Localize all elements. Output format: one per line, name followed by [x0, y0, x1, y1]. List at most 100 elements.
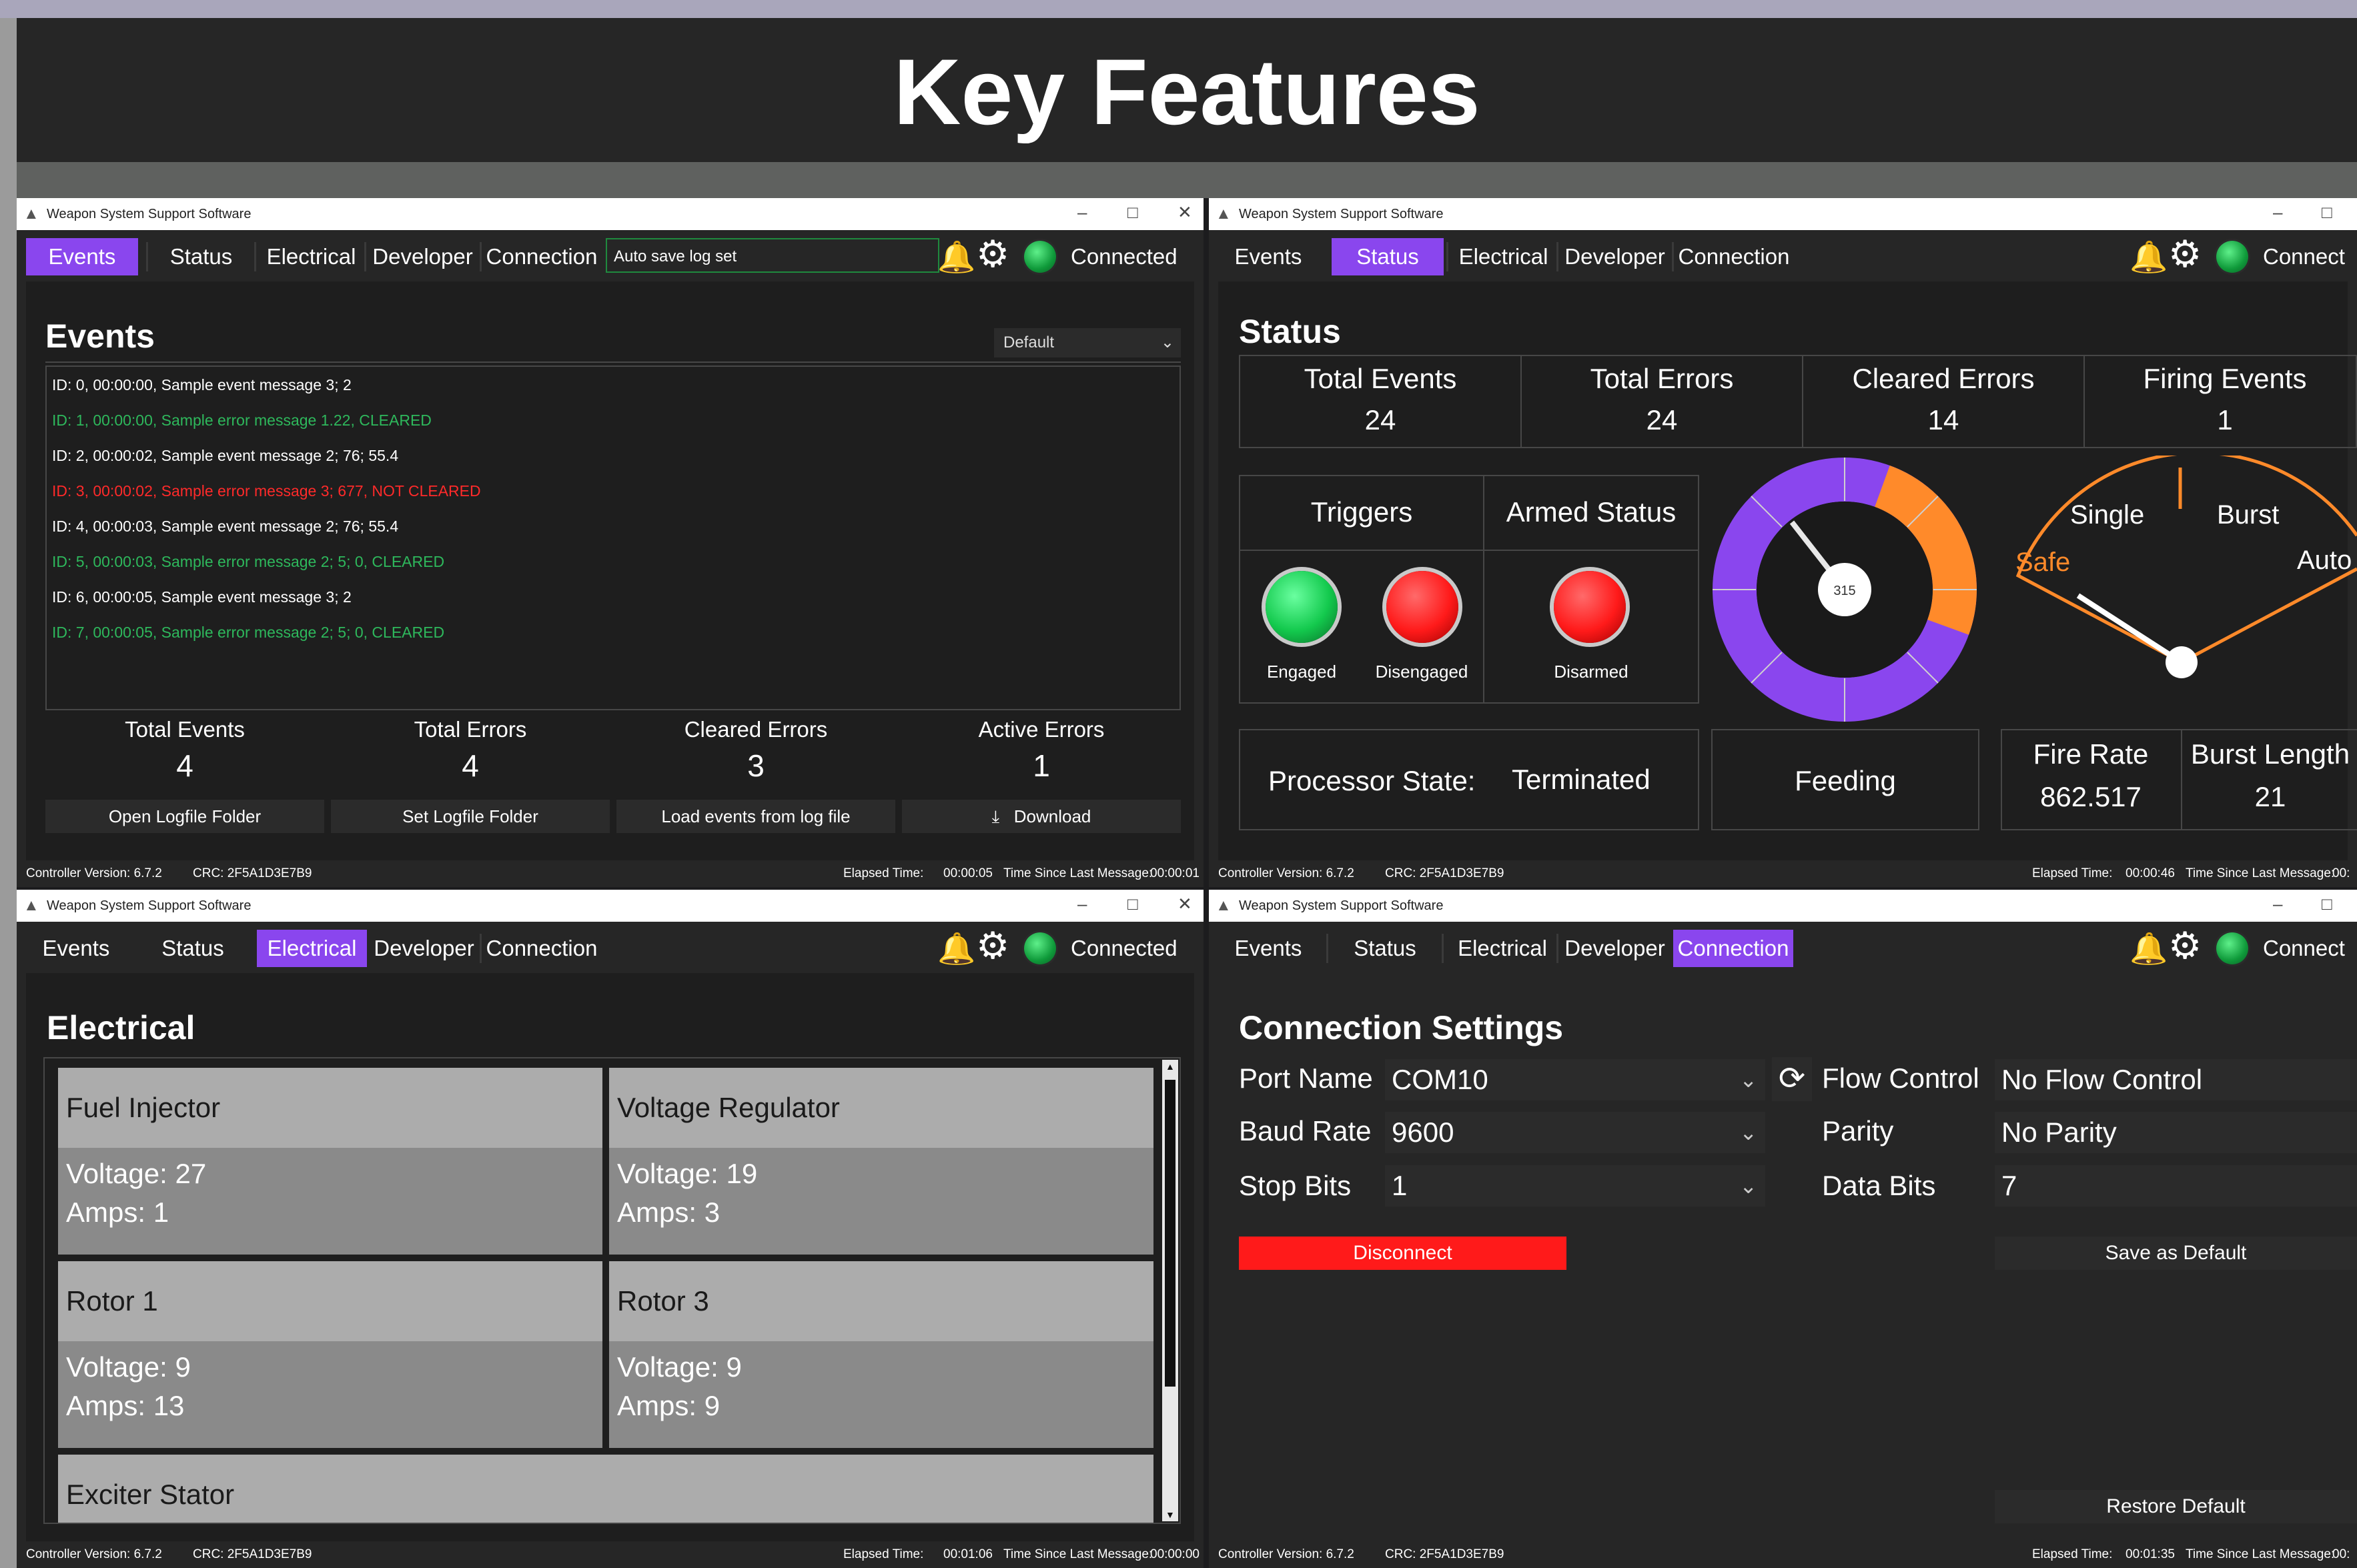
component-card: Rotor 1 Voltage: 9 Amps: 13 [58, 1261, 602, 1448]
tab-connection[interactable]: Connection [482, 238, 601, 275]
tab-connection[interactable]: Connection [1675, 238, 1793, 275]
gear-icon[interactable]: ⚙ [976, 927, 1009, 964]
tab-developer[interactable]: Developer [368, 238, 478, 275]
burst-length-value: 21 [2254, 781, 2286, 812]
bell-icon[interactable]: 🔔 [937, 930, 975, 967]
minimize-icon[interactable]: – [2273, 894, 2282, 914]
status-footer: Controller Version: 6.7.2 CRC: 2F5A1D3E7… [26, 860, 1200, 887]
minimize-icon[interactable]: – [1077, 202, 1087, 223]
processor-state-panel: Processor State: Terminated [1239, 729, 1699, 830]
baud-rate-select[interactable]: 9600 ⌄ [1385, 1112, 1765, 1153]
title-bar: ▲ Weapon System Support Software – □ ✕ [17, 890, 1204, 922]
tab-events[interactable]: Events [1218, 238, 1318, 275]
electrical-component-grid[interactable]: Fuel Injector Voltage: 27 Amps: 1 Voltag… [43, 1057, 1181, 1524]
connection-window: ▲ Weapon System Support Software – □ Eve… [1209, 890, 2357, 1568]
parity-select[interactable]: No Parity [1995, 1112, 2357, 1153]
restore-default-button[interactable]: Restore Default [1995, 1490, 2357, 1523]
flow-control-value: No Flow Control [2001, 1064, 2203, 1095]
tab-events[interactable]: Events [26, 930, 126, 967]
tab-connection[interactable]: Connection [482, 930, 601, 967]
tab-electrical[interactable]: Electrical [1449, 930, 1556, 967]
stop-bits-value: 1 [1392, 1170, 1408, 1201]
tab-events[interactable]: Events [26, 238, 138, 275]
connection-status-icon [1024, 241, 1056, 273]
tab-developer[interactable]: Developer [369, 930, 479, 967]
tab-connection[interactable]: Connection [1673, 930, 1793, 967]
tab-separator [1556, 242, 1558, 271]
gear-icon[interactable]: ⚙ [976, 235, 1009, 273]
selector-hub [2166, 646, 2198, 678]
set-logfile-folder-button[interactable]: Set Logfile Folder [331, 800, 610, 833]
component-readings: Voltage: 9 Amps: 13 [66, 1348, 191, 1425]
vertical-scrollbar[interactable]: ▲ ▼ [1162, 1060, 1178, 1521]
stat-value: 4 [462, 748, 479, 783]
port-name-select[interactable]: COM10 ⌄ [1385, 1059, 1765, 1100]
event-log[interactable]: ID: 0, 00:00:00, Sample event message 3;… [45, 365, 1181, 710]
minimize-icon[interactable]: – [2273, 202, 2282, 223]
tab-separator [1672, 242, 1674, 271]
stat-value: 24 [1364, 404, 1396, 436]
scrollbar-thumb[interactable] [1165, 1080, 1175, 1387]
event-log-line: ID: 5, 00:00:03, Sample error message 2;… [52, 553, 445, 570]
auto-label: Auto [2297, 546, 2352, 575]
since-label: Time Since Last Message: [2186, 1547, 2335, 1561]
tab-electrical[interactable]: Electrical [260, 238, 363, 275]
autosave-field[interactable]: Auto save log set [606, 238, 939, 273]
tab-separator [146, 242, 148, 271]
stat-label: Total Events [125, 717, 245, 742]
banner-band [17, 162, 2357, 198]
close-icon[interactable]: ✕ [1177, 894, 1192, 914]
bell-icon[interactable]: 🔔 [937, 238, 975, 275]
stat-label: Total Errors [414, 717, 527, 742]
component-name: Fuel Injector [58, 1068, 602, 1148]
maximize-icon[interactable]: □ [1127, 894, 1138, 914]
triggers-label: Triggers [1310, 496, 1413, 528]
gear-icon[interactable]: ⚙ [2168, 235, 2202, 273]
tab-developer[interactable]: Developer [1560, 930, 1670, 967]
tab-electrical[interactable]: Electrical [257, 930, 367, 967]
app-icon: ▲ [1216, 896, 1232, 914]
status-stats-grid: Total Events 24 Total Errors 24 Cleared … [1239, 355, 2357, 448]
tab-status[interactable]: Status [1332, 238, 1444, 275]
component-card: Voltage Regulator Voltage: 19 Amps: 3 [609, 1068, 1153, 1255]
save-as-default-button[interactable]: Save as Default [1995, 1237, 2357, 1270]
bell-icon[interactable]: 🔔 [2130, 930, 2168, 967]
since-time: 00: [2332, 866, 2350, 880]
component-name: Voltage Regulator [609, 1068, 1153, 1148]
data-bits-select[interactable]: 7 [1995, 1165, 2357, 1207]
tab-developer[interactable]: Developer [1560, 238, 1670, 275]
gear-icon[interactable]: ⚙ [2168, 927, 2202, 964]
since-time: 00: [2332, 1547, 2350, 1561]
parity-value: No Parity [2001, 1116, 2117, 1148]
bell-icon[interactable]: 🔔 [2130, 238, 2168, 275]
open-logfile-folder-button[interactable]: Open Logfile Folder [45, 800, 324, 833]
tab-status[interactable]: Status [143, 930, 243, 967]
chevron-down-icon: ⌄ [1739, 1068, 1757, 1092]
stop-bits-select[interactable]: 1 ⌄ [1385, 1165, 1765, 1207]
disconnect-button[interactable]: Disconnect [1239, 1237, 1566, 1270]
load-events-button[interactable]: Load events from log file [616, 800, 895, 833]
since-time: 00:00:00 [1150, 1547, 1200, 1561]
flow-control-select[interactable]: No Flow Control [1995, 1059, 2357, 1100]
connection-status-label: Connect [2263, 936, 2345, 960]
minimize-icon[interactable]: – [1077, 894, 1087, 914]
close-icon[interactable]: ✕ [1177, 202, 1192, 223]
maximize-icon[interactable]: □ [1127, 202, 1138, 223]
stat-label: Cleared Errors [1852, 363, 2035, 394]
refresh-ports-icon[interactable]: ⟳ [1772, 1057, 1812, 1101]
maximize-icon[interactable]: □ [2322, 202, 2332, 223]
scroll-up-icon[interactable]: ▲ [1165, 1061, 1175, 1072]
armed-status-label: Armed Status [1506, 496, 1677, 528]
stat-value: 1 [2217, 404, 2233, 436]
tab-electrical[interactable]: Electrical [1452, 238, 1555, 275]
tab-status[interactable]: Status [1335, 930, 1435, 967]
tab-separator [1446, 242, 1448, 271]
tab-events[interactable]: Events [1218, 930, 1318, 967]
scroll-down-icon[interactable]: ▼ [1165, 1509, 1175, 1520]
event-filter-select[interactable]: Default ⌄ [994, 328, 1181, 357]
maximize-icon[interactable]: □ [2322, 894, 2332, 914]
burst-label: Burst [2217, 500, 2279, 530]
download-button[interactable]: ⤓ Download [902, 800, 1181, 833]
component-name: Exciter Stator [58, 1455, 1153, 1523]
tab-status[interactable]: Status [153, 238, 250, 275]
